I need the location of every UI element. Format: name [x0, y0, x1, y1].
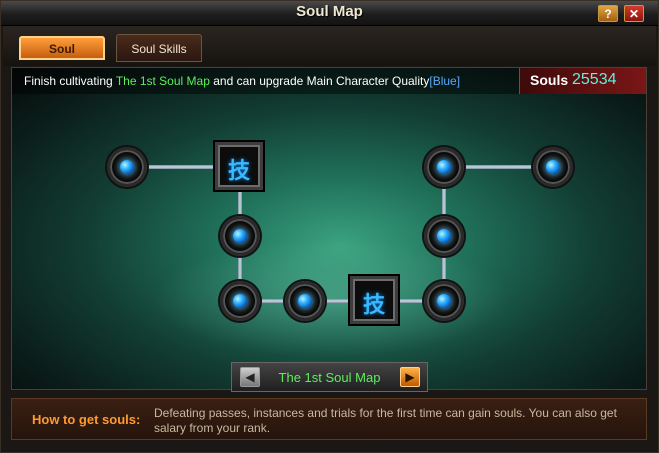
soul-node-3[interactable] [220, 281, 260, 321]
how-to-description: Defeating passes, instances and trials f… [154, 406, 617, 435]
soul-node-2[interactable] [220, 216, 260, 256]
how-to-separator: : [136, 412, 141, 427]
tab-soul-skills[interactable]: Soul Skills [116, 34, 202, 62]
soul-map-panel: Finish cultivating The 1st Soul Map and … [11, 67, 647, 390]
soul-node-1[interactable] [107, 147, 147, 187]
soul-node-8[interactable] [533, 147, 573, 187]
soul-node-7[interactable] [424, 147, 464, 187]
souls-help-footer: How to get souls: Defeating passes, inst… [11, 398, 647, 440]
skill-glyph: 技 [227, 159, 250, 184]
prev-map-button[interactable]: ◀ [240, 367, 260, 387]
map-navigator: ◀ The 1st Soul Map ▶ [231, 362, 428, 392]
skill-node-2[interactable]: 技 [350, 276, 398, 324]
soul-node-4[interactable] [285, 281, 325, 321]
window-title: Soul Map [296, 3, 363, 20]
node-connections [125, 165, 555, 303]
soul-map-window: Soul Map ? ✕ Soul Training Soul Skills F… [0, 0, 659, 453]
title-bar: Soul Map ? ✕ [1, 1, 658, 26]
tab-bar: Soul Training Soul Skills [3, 26, 656, 78]
soul-node-5[interactable] [424, 281, 464, 321]
soul-node-6[interactable] [424, 216, 464, 256]
help-button[interactable]: ? [598, 5, 618, 22]
close-button[interactable]: ✕ [624, 5, 644, 22]
how-to-label: How to get souls [32, 412, 136, 427]
skill-node-1[interactable]: 技 [215, 142, 263, 190]
next-map-button[interactable]: ▶ [400, 367, 420, 387]
tab-soul-training[interactable]: Soul Training [19, 36, 105, 78]
current-map-name: The 1st Soul Map [278, 370, 381, 385]
skill-glyph: 技 [362, 293, 385, 318]
how-to-title: How to get souls: [32, 412, 140, 427]
